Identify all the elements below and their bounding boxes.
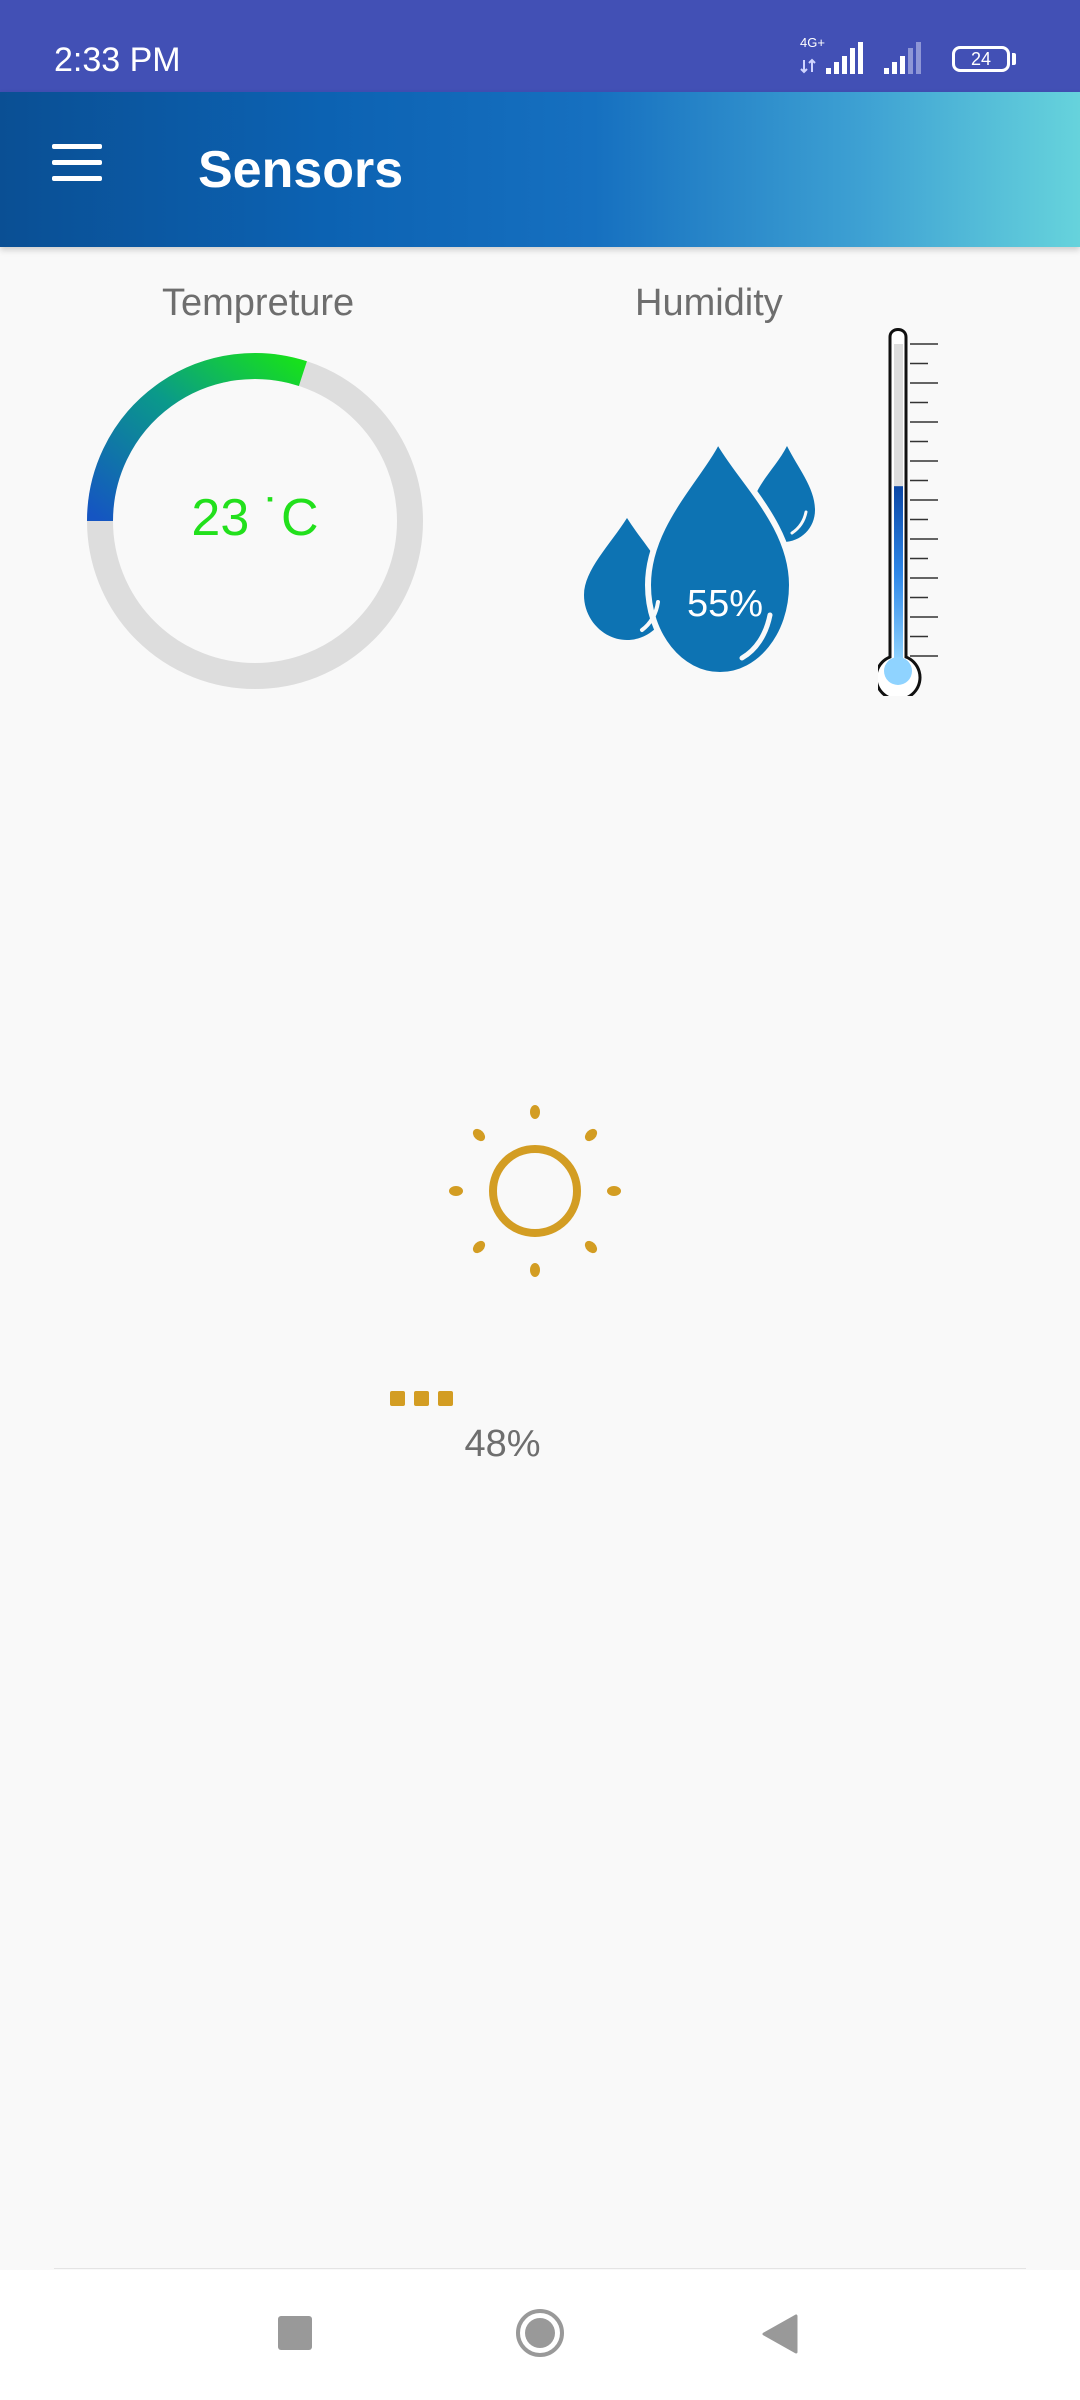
signal-icon: [884, 42, 921, 74]
humidity-label: Humidity: [635, 282, 783, 324]
temperature-value: 23 ˙C: [191, 489, 319, 547]
menu-button[interactable]: [34, 132, 120, 212]
nav-divider: [54, 2268, 1026, 2269]
home-icon[interactable]: [514, 2307, 566, 2359]
sensors-screen: 2:33 PM 4G+ 24 Sensors Tempreture 23 ˙C …: [0, 0, 1080, 2400]
page-title: Sensors: [198, 141, 404, 199]
battery-tip: [1012, 53, 1016, 65]
loading-dots-icon: [390, 1391, 460, 1407]
status-time: 2:33 PM: [54, 41, 181, 79]
water-drops-icon: [584, 433, 815, 679]
battery-level: 24: [970, 49, 992, 69]
signal-4g-icon: [800, 42, 863, 74]
app-bar: Sensors: [0, 92, 1080, 247]
temperature-label: Tempreture: [162, 282, 355, 324]
status-bar: 2:33 PM 4G+ 24: [0, 0, 1080, 92]
battery-icon: 24: [952, 46, 1010, 72]
back-icon[interactable]: [760, 2312, 800, 2356]
thermometer-level: [894, 486, 903, 660]
humidity-value: 55%: [686, 583, 764, 625]
status-icons: 4G+ 24: [800, 36, 1020, 80]
light-value: 48%: [464, 1423, 541, 1465]
recent-apps-icon[interactable]: [278, 2316, 312, 2350]
sun-icon: [449, 1105, 621, 1277]
thermometer-icon: [878, 328, 938, 696]
